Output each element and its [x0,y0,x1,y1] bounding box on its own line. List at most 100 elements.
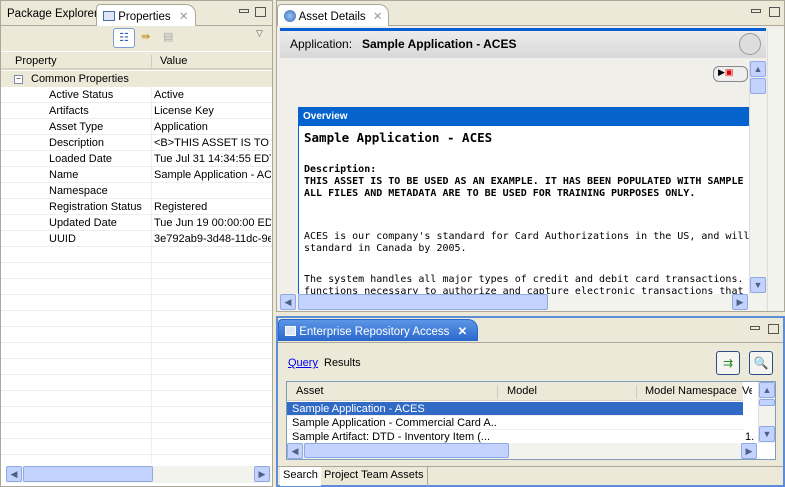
property-name: Registration Status [49,201,142,213]
scroll-down-button[interactable]: ▼ [759,426,775,442]
table-horizontal-scrollbar[interactable]: ◀ ▶ [287,443,757,459]
minimize-button[interactable] [239,9,249,13]
tab-project-team-assets[interactable]: Project Team Assets [320,467,429,486]
close-icon[interactable]: ✕ [179,11,189,23]
tab-package-explorer[interactable]: Package Explorer [1,4,104,26]
content-horizontal-scrollbar[interactable]: ◀ ▶ [280,294,766,311]
property-name: Artifacts [49,105,89,117]
era-tab-bar: Enterprise Repository Access ✕ [278,318,783,343]
property-value: Registered [154,201,208,213]
tab-search[interactable]: Search [280,467,321,486]
properties-header: Property Value [1,52,272,70]
scroll-thumb[interactable] [759,399,775,406]
maximize-button[interactable] [768,324,779,334]
collapse-icon[interactable]: − [14,75,23,84]
tab-properties[interactable]: Properties ✕ [96,4,196,26]
column-version[interactable]: Version [742,385,752,397]
column-model-namespace[interactable]: Model Namespace [636,385,737,399]
property-name: UUID [49,233,76,245]
property-row[interactable]: UUID 3e792ab9-3d48-11dc-9e [1,231,271,247]
scroll-up-button[interactable]: ▲ [759,382,775,398]
tab-enterprise-repository-access[interactable]: Enterprise Repository Access ✕ [278,319,478,341]
scroll-left-button[interactable]: ◀ [280,294,296,310]
column-asset[interactable]: Asset [296,385,324,397]
restore-default-icon[interactable]: ▤ [163,30,173,43]
scroll-thumb[interactable] [298,294,548,310]
maximize-button[interactable] [255,7,266,17]
property-row[interactable]: Artifacts License Key [1,103,271,119]
scroll-thumb[interactable] [23,466,153,482]
table-row[interactable]: Sample Artifact: DTD - Inventory Item (.… [287,430,754,444]
scroll-thumb[interactable] [750,78,766,94]
scroll-up-button[interactable]: ▲ [750,61,766,77]
table-row[interactable]: Sample Application - Commercial Card A..… [287,416,743,430]
results-label: Results [324,357,361,369]
maximize-button[interactable] [769,7,780,17]
property-row[interactable]: Description <B>THIS ASSET IS TO BE [1,135,271,151]
scroll-thumb[interactable] [304,443,509,458]
property-name: Namespace [49,185,108,197]
details-tab-bar: Asset Details ✕ [277,1,784,26]
asset-title: Sample Application - ACES [304,130,493,145]
property-row[interactable]: Name Sample Application - ACES [1,167,271,183]
property-value: License Key [154,105,214,117]
property-value: Tue Jun 19 00:00:00 EDT [154,217,271,229]
cell-asset: Sample Application - Commercial Card A..… [292,417,497,429]
column-value[interactable]: Value [151,55,187,69]
scroll-left-button[interactable]: ◀ [6,466,22,482]
asset-details-view: Asset Details ✕ Application: Sample Appl… [276,0,785,312]
content-vertical-scrollbar[interactable]: ▲ ▼ [749,61,766,294]
scroll-right-button[interactable]: ▶ [254,466,270,482]
view-menu-icon[interactable]: ▽ [256,28,263,39]
scroll-right-button[interactable]: ▶ [732,294,748,310]
properties-toolbar: ☷ ⇛ ▤ ▽ [1,26,272,51]
cell-asset: Sample Artifact: DTD - Inventory Item (.… [292,431,491,443]
cell-version: 1. [745,431,755,443]
search-details-button[interactable]: 🔍 [749,351,773,375]
table-row[interactable]: Sample Application - ACES [287,402,743,416]
tab-asset-details-label: Asset Details [298,11,366,23]
show-categories-icon[interactable]: ☷ [113,28,135,48]
property-value: <B>THIS ASSET IS TO BE [154,137,271,149]
property-value: Sample Application - ACES [154,169,271,181]
description-text: THIS ASSET IS TO BE USED AS AN EXAMPLE. … [304,176,749,199]
property-row[interactable]: Asset Type Application [1,119,271,135]
overview-section: Overview Sample Application - ACES Descr… [298,107,749,294]
scroll-left-button[interactable]: ◀ [287,443,303,459]
paragraph-1: ACES is our company's standard for Card … [304,231,749,254]
minimize-button[interactable] [751,9,761,13]
property-name: Name [49,169,79,181]
group-common-properties[interactable]: − Common Properties [1,71,272,87]
show-advanced-icon[interactable]: ⇛ [141,30,150,43]
property-value: Active [154,89,184,101]
column-model[interactable]: Model [497,385,537,399]
globe-icon [284,10,296,22]
bottom-tabs: Search Project Team Assets [278,466,783,486]
tab-asset-details[interactable]: Asset Details ✕ [277,4,389,26]
close-icon[interactable]: ✕ [373,11,383,23]
horizontal-scrollbar[interactable]: ◀ ▶ [6,466,271,483]
outer-vertical-scrollbar[interactable] [767,29,784,311]
results-table: Asset Model Model Namespace Version Samp… [286,381,776,460]
scroll-right-button[interactable]: ▶ [741,443,757,459]
property-row[interactable]: Loaded Date Tue Jul 31 14:34:55 EDT [1,151,271,167]
cart-icon[interactable] [739,33,761,55]
query-link[interactable]: Query [288,357,318,369]
close-icon[interactable]: ✕ [458,326,468,338]
property-row[interactable]: Namespace [1,183,271,199]
pdf-button[interactable]: ▶▣ [713,66,748,82]
import-button[interactable]: ⇉ [716,351,740,375]
description-label: Description: [304,164,377,175]
property-row[interactable]: Registration Status Registered [1,199,271,215]
minimize-button[interactable] [750,326,760,330]
table-vertical-scrollbar[interactable]: ▲ ▼ [758,382,775,443]
scroll-down-button[interactable]: ▼ [750,277,766,293]
table-header: Asset Model Model Namespace Version [287,382,752,401]
property-row[interactable]: Active Status Active [1,87,271,103]
property-name: Asset Type [49,121,104,133]
column-property[interactable]: Property [15,55,57,67]
properties-view: Package Explorer Properties ✕ ☷ ⇛ ▤ ▽ Pr… [0,0,273,487]
property-row[interactable]: Updated Date Tue Jun 19 00:00:00 EDT [1,215,271,231]
header-asset-name: Sample Application - ACES [362,37,517,51]
tab-label: Enterprise Repository Access [299,326,450,338]
